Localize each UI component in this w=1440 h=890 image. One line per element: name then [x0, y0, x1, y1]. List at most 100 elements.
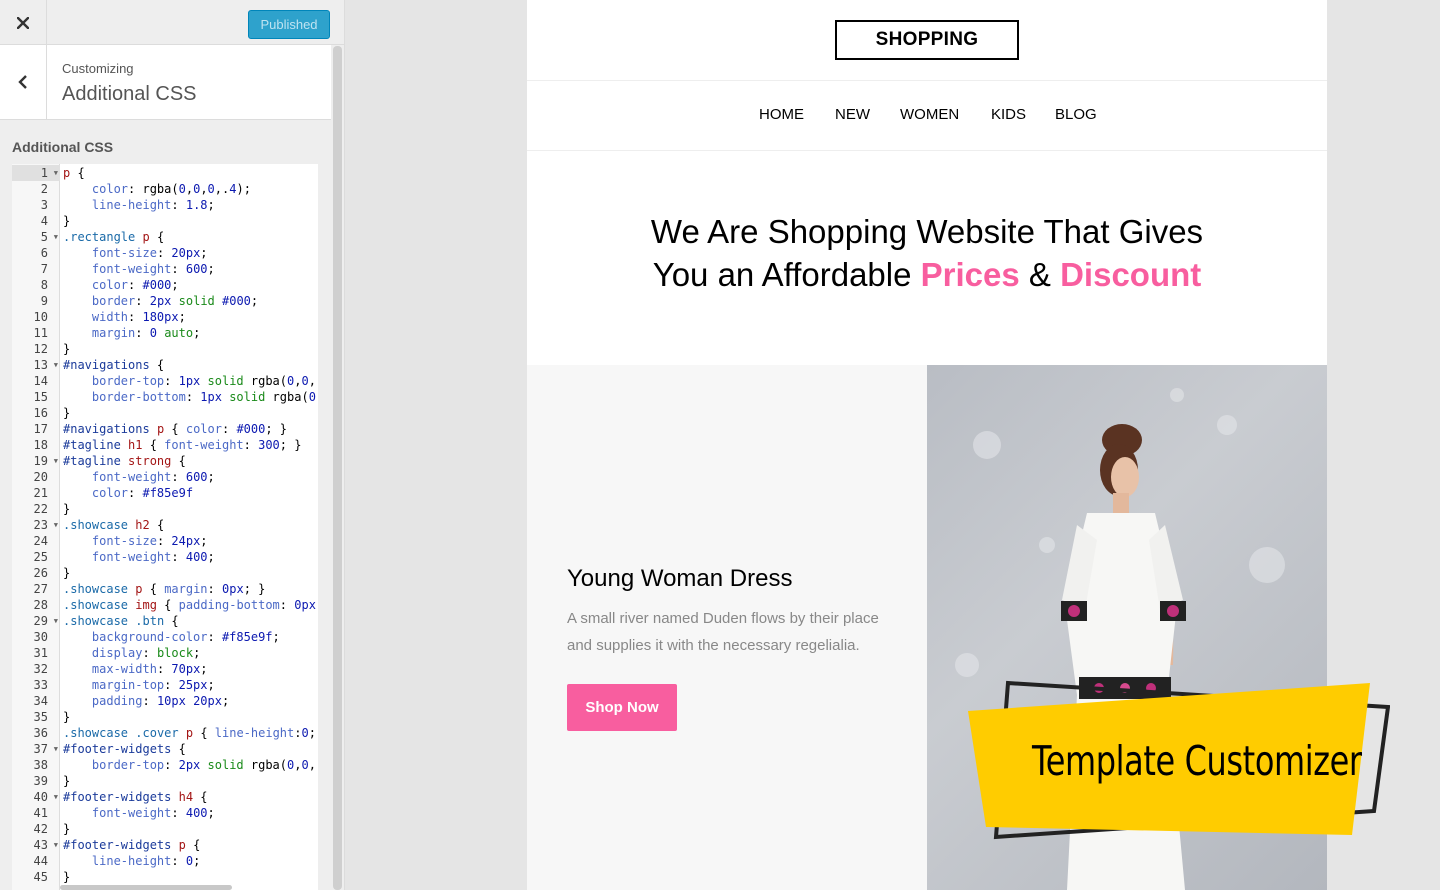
showcase-title: Young Woman Dress	[567, 565, 793, 592]
code-line[interactable]: #tagline h1 { font-weight: 300; }	[63, 437, 301, 453]
code-line[interactable]: font-weight: 600;	[63, 469, 215, 485]
code-line[interactable]: font-size: 24px;	[63, 533, 208, 549]
tagline-highlight-prices: Prices	[920, 256, 1020, 293]
code-line[interactable]: font-weight: 400;	[63, 549, 215, 565]
fold-arrow-icon[interactable]: ▼	[54, 837, 58, 853]
code-line[interactable]: }	[63, 341, 70, 357]
vertical-scrollbar[interactable]	[333, 46, 342, 890]
fold-arrow-icon[interactable]: ▼	[54, 357, 58, 373]
code-line[interactable]: margin: 0 auto;	[63, 325, 200, 341]
line-number: 16	[33, 406, 48, 420]
code-line[interactable]: padding: 10px 20px;	[63, 693, 229, 709]
code-line[interactable]: #tagline strong {	[63, 453, 186, 469]
code-line[interactable]: #navigations {	[63, 357, 164, 373]
fold-arrow-icon[interactable]: ▼	[54, 789, 58, 805]
template-customizer-badge: Template Customizer	[960, 675, 1391, 850]
line-number: 18	[33, 438, 48, 452]
code-line[interactable]: #footer-widgets p {	[63, 837, 200, 853]
showcase-text-block: Young Woman Dress A small river named Du…	[527, 365, 927, 890]
line-number: 7	[40, 262, 48, 276]
code-line[interactable]: }	[63, 869, 70, 885]
code-line[interactable]: .showcase .cover p { line-height:0;	[63, 725, 316, 741]
code-line[interactable]: }	[63, 213, 70, 229]
code-line[interactable]: line-height: 0;	[63, 853, 200, 869]
code-line[interactable]: .showcase p { margin: 0px; }	[63, 581, 265, 597]
line-number: 32	[33, 662, 48, 676]
code-line[interactable]: border: 2px solid #000;	[63, 293, 258, 309]
code-line[interactable]: font-size: 20px;	[63, 245, 208, 261]
line-number: 5 ▼	[40, 229, 58, 245]
code-line[interactable]: margin-top: 25px;	[63, 677, 215, 693]
line-number: 13 ▼	[33, 357, 58, 373]
line-number-gutter: 1 ▼ 2 3 4 5 ▼ 6 7 8 9 10 11 12 13 ▼ 14 15 16 17 18 19 ▼ 20 21 22 2…	[12, 164, 60, 890]
line-number: 8	[40, 278, 48, 292]
line-number: 29 ▼	[33, 613, 58, 629]
nav-item-blog[interactable]: BLOG	[1055, 106, 1097, 123]
line-number: 40 ▼	[33, 789, 58, 805]
code-line[interactable]: #navigations p { color: #000; }	[63, 421, 287, 437]
nav-item-women[interactable]: WOMEN	[900, 106, 959, 123]
css-code-editor[interactable]: 1 ▼ 2 3 4 5 ▼ 6 7 8 9 10 11 12 13 ▼ 14 15 16 17 18 19 ▼ 20 21 22 2…	[12, 164, 318, 890]
line-number: 1 ▼	[12, 165, 60, 181]
line-number: 43 ▼	[33, 837, 58, 853]
code-line[interactable]: line-height: 1.8;	[63, 197, 215, 213]
code-line[interactable]: }	[63, 821, 70, 837]
code-line[interactable]: color: rgba(0,0,0,.4);	[63, 181, 251, 197]
tagline-line-1: We Are Shopping Website That Gives	[650, 213, 1204, 250]
code-line[interactable]: .showcase img { padding-bottom: 0px	[63, 597, 316, 613]
code-line[interactable]: max-width: 70px;	[63, 661, 208, 677]
publish-button[interactable]: Published	[248, 10, 330, 39]
back-button[interactable]	[0, 45, 47, 119]
site-logo[interactable]: SHOPPING	[835, 20, 1019, 60]
customizer-topbar: Published	[0, 0, 344, 45]
code-line[interactable]: .rectangle p {	[63, 229, 164, 245]
code-line[interactable]: border-top: 1px solid rgba(0,0,(	[63, 373, 318, 389]
code-line[interactable]: p {	[63, 165, 85, 181]
line-number: 42	[33, 822, 48, 836]
line-number: 19 ▼	[33, 453, 58, 469]
close-button[interactable]	[0, 0, 47, 45]
code-line[interactable]: #footer-widgets {	[63, 741, 186, 757]
code-line[interactable]: color: #f85e9f	[63, 485, 193, 501]
code-line[interactable]: }	[63, 405, 70, 421]
line-number: 3	[40, 198, 48, 212]
tagline-line-2: You an Affordable Prices & Discount	[527, 253, 1327, 296]
line-number: 20	[33, 470, 48, 484]
breadcrumb: Customizing	[62, 61, 134, 76]
code-line[interactable]: .showcase h2 {	[63, 517, 164, 533]
fold-arrow-icon[interactable]: ▼	[54, 165, 58, 181]
code-line[interactable]: font-weight: 600;	[63, 261, 215, 277]
line-number: 11	[33, 326, 48, 340]
fold-arrow-icon[interactable]: ▼	[54, 741, 58, 757]
horizontal-scrollbar[interactable]	[60, 885, 232, 890]
code-line[interactable]: border-bottom: 1px solid rgba(0,	[63, 389, 318, 405]
code-line[interactable]: }	[63, 773, 70, 789]
code-line[interactable]: background-color: #f85e9f;	[63, 629, 280, 645]
code-line[interactable]: color: #000;	[63, 277, 179, 293]
fold-arrow-icon[interactable]: ▼	[54, 613, 58, 629]
code-line[interactable]: }	[63, 709, 70, 725]
code-line[interactable]: }	[63, 501, 70, 517]
line-number: 2	[40, 182, 48, 196]
line-number: 10	[33, 310, 48, 324]
fold-arrow-icon[interactable]: ▼	[54, 453, 58, 469]
line-number: 14	[33, 374, 48, 388]
code-line[interactable]: #footer-widgets h4 {	[63, 789, 208, 805]
code-line[interactable]: border-top: 2px solid rgba(0,0,(	[63, 757, 318, 773]
fold-arrow-icon[interactable]: ▼	[54, 517, 58, 533]
nav-item-kids[interactable]: KIDS	[991, 106, 1026, 123]
nav-item-home[interactable]: HOME	[759, 106, 804, 123]
code-line[interactable]: font-weight: 400;	[63, 805, 215, 821]
fold-arrow-icon[interactable]: ▼	[54, 229, 58, 245]
code-line[interactable]: display: block;	[63, 645, 200, 661]
shop-now-button[interactable]: Shop Now	[567, 684, 677, 731]
section-header: Customizing Additional CSS	[0, 45, 331, 120]
line-number: 27	[33, 582, 48, 596]
code-line[interactable]: width: 180px;	[63, 309, 186, 325]
nav-item-new[interactable]: NEW	[835, 106, 870, 123]
line-number: 12	[33, 342, 48, 356]
line-number: 4	[40, 214, 48, 228]
code-line[interactable]: .showcase .btn {	[63, 613, 179, 629]
customizer-panel: Published Customizing Additional CSS Add…	[0, 0, 345, 890]
code-line[interactable]: }	[63, 565, 70, 581]
